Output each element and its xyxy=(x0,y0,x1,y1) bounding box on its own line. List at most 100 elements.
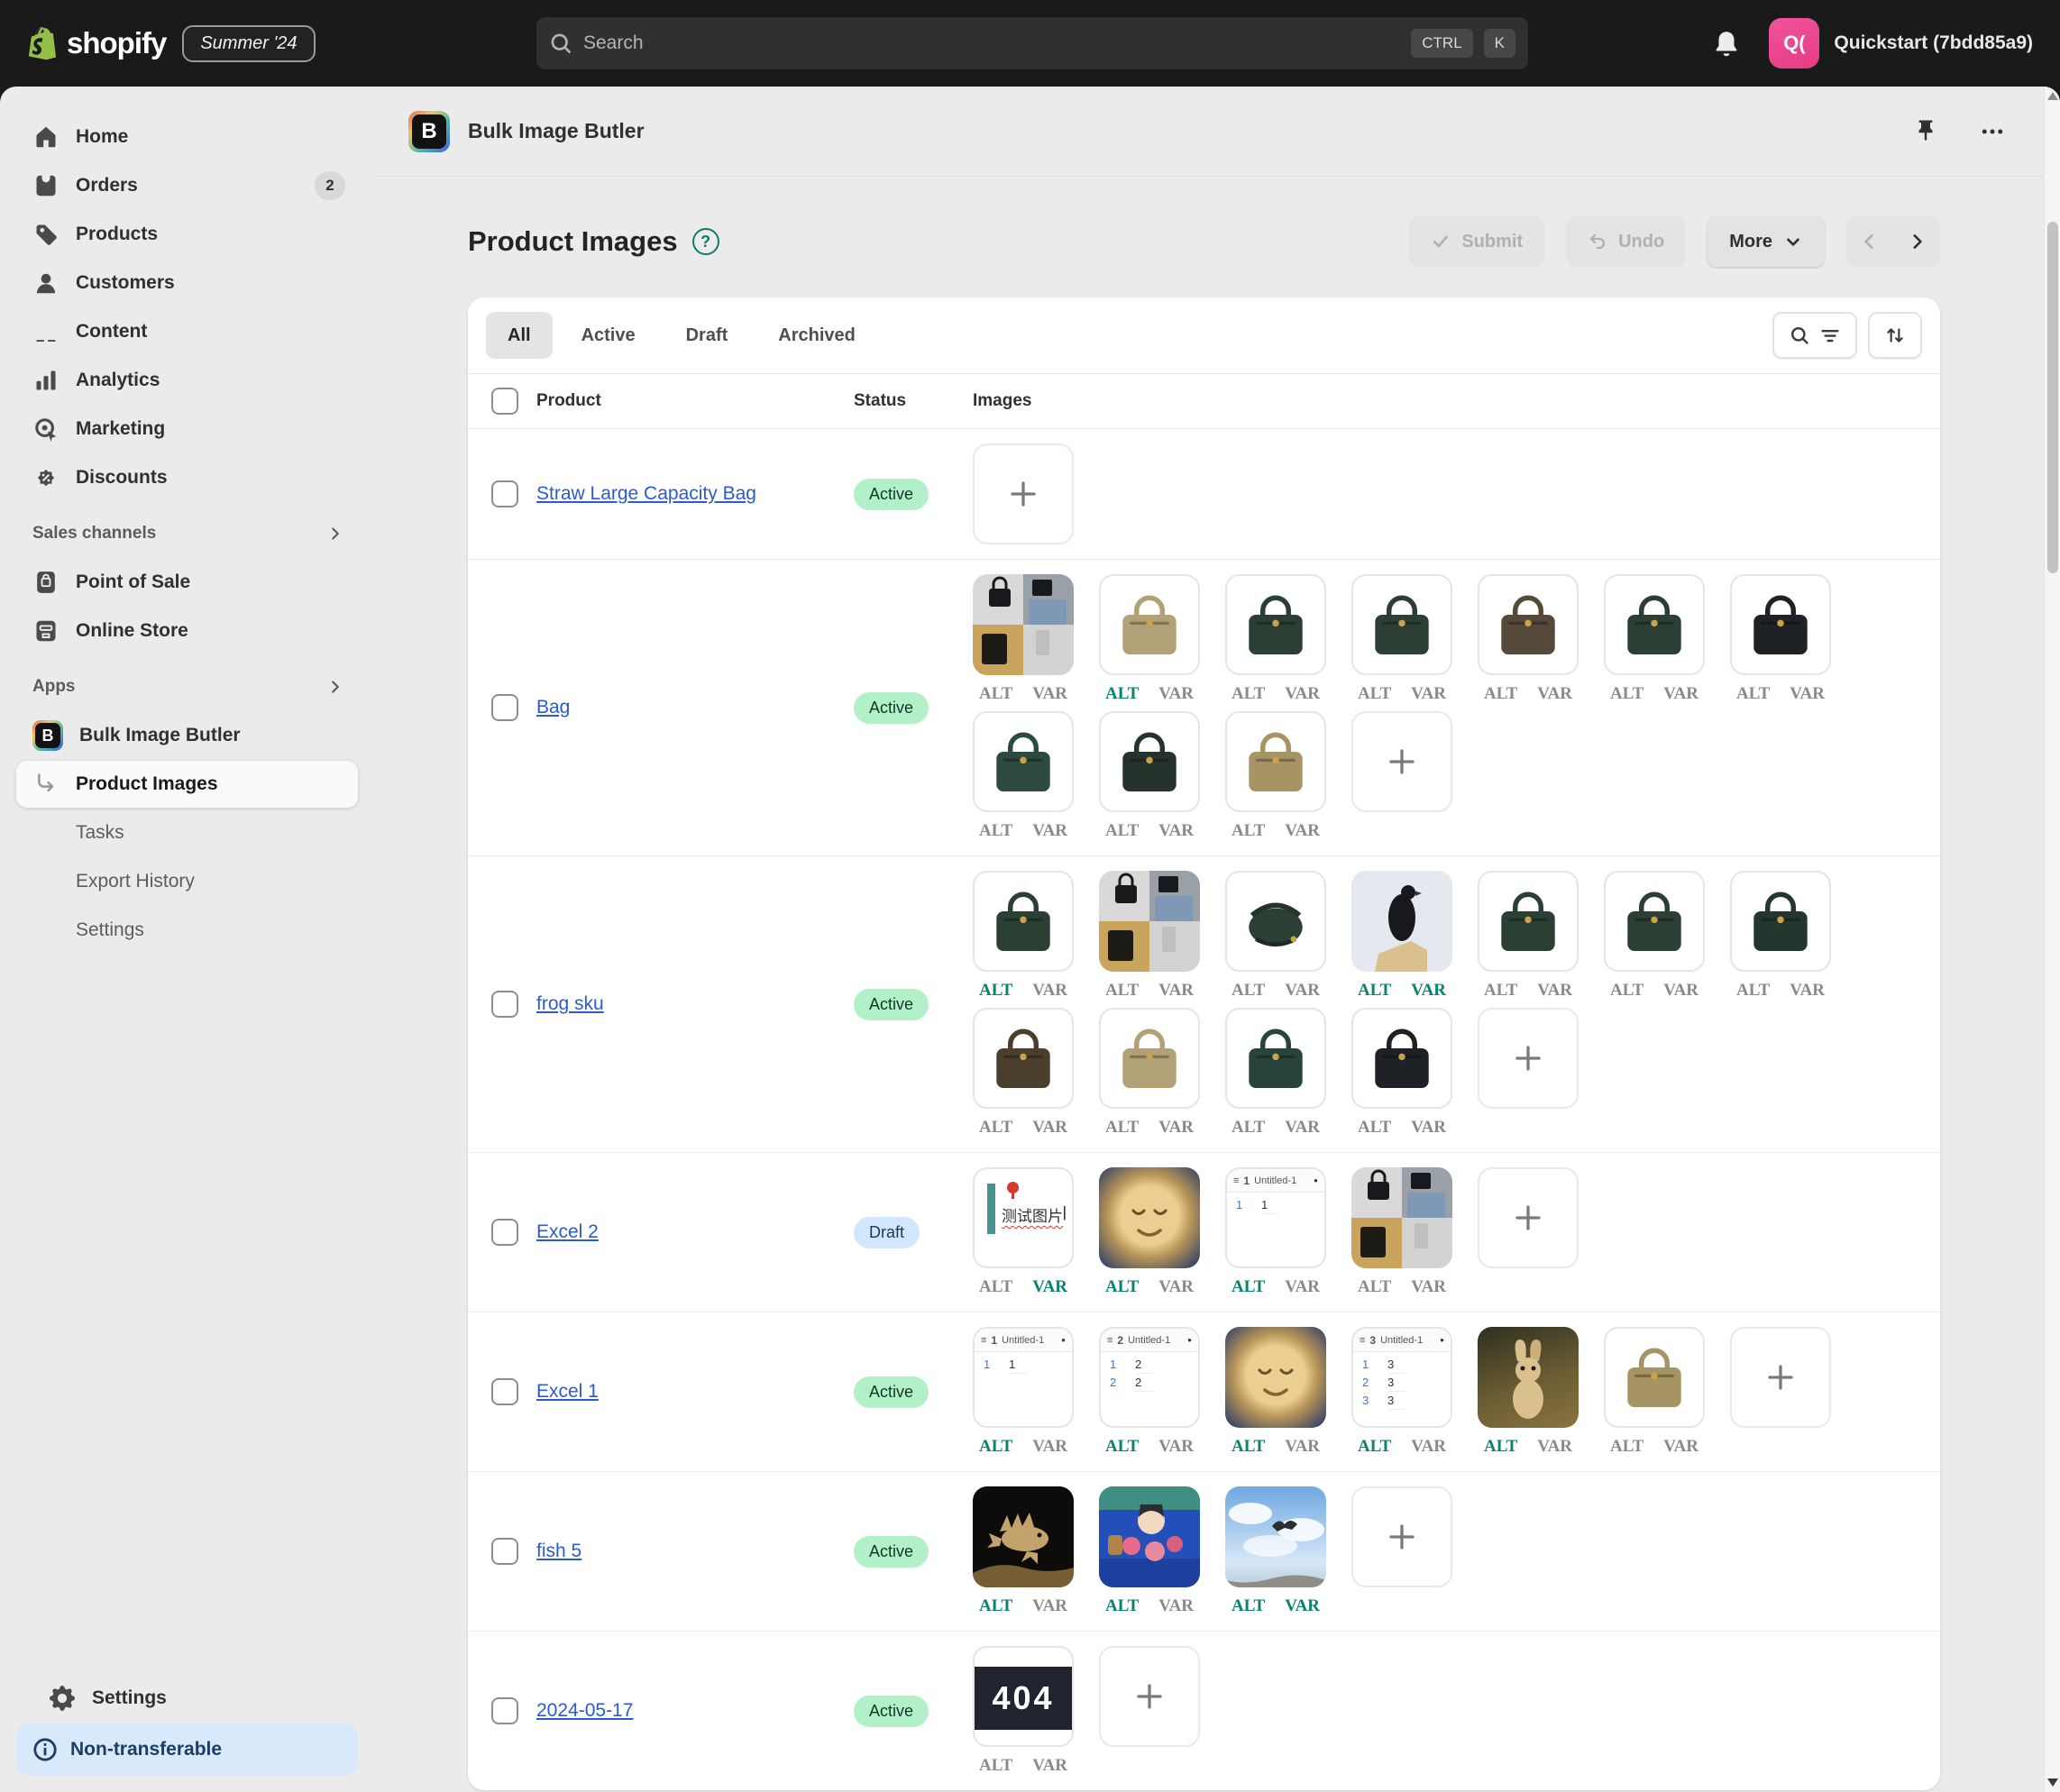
alt-label[interactable]: ALT xyxy=(979,1596,1012,1616)
alt-label[interactable]: ALT xyxy=(1610,684,1643,704)
thumb-bag-image[interactable] xyxy=(1351,574,1452,675)
sidebar-item-bulk-image-butler[interactable]: B Bulk Image Butler xyxy=(16,712,358,759)
var-label[interactable]: VAR xyxy=(1537,684,1572,704)
thumb-bag-image[interactable] xyxy=(973,711,1074,812)
thumb-bag-image[interactable] xyxy=(973,871,1074,972)
thumb-bag-image[interactable] xyxy=(1478,574,1579,675)
var-label[interactable]: VAR xyxy=(1032,1596,1067,1616)
alt-label[interactable]: ALT xyxy=(1358,981,1391,1001)
thumb-bag-image[interactable] xyxy=(1604,1327,1705,1428)
thumb-spreadsheet-image[interactable]: ≡ 1 Untitled-1 ● 1 1 xyxy=(1225,1167,1326,1268)
thumb-bag-image[interactable] xyxy=(1351,1008,1452,1109)
var-label[interactable]: VAR xyxy=(1411,1277,1446,1297)
add-image-button[interactable] xyxy=(973,443,1074,544)
thumb-bag-image[interactable] xyxy=(1225,1008,1326,1109)
help-icon[interactable]: ? xyxy=(691,228,719,255)
scrollbar-thumb[interactable] xyxy=(2047,222,2058,573)
thumb-bag-image[interactable] xyxy=(1604,871,1705,972)
alt-label[interactable]: ALT xyxy=(1231,1596,1265,1616)
sidebar-item-content[interactable]: Content xyxy=(16,308,358,355)
submit-button[interactable]: Submit xyxy=(1409,216,1545,267)
thumb-bag-image[interactable] xyxy=(1099,1008,1200,1109)
var-label[interactable]: VAR xyxy=(1158,1596,1194,1616)
alt-label[interactable]: ALT xyxy=(1105,1437,1139,1457)
product-link[interactable]: frog sku xyxy=(536,993,604,1014)
alt-label[interactable]: ALT xyxy=(1105,1277,1139,1297)
thumb-spreadsheet-image[interactable]: ≡ 3 Untitled-1 ● 1 3 2 3 3 3 xyxy=(1351,1327,1452,1428)
search-input[interactable]: Search CTRL K xyxy=(536,17,1528,69)
row-checkbox[interactable] xyxy=(491,1538,518,1565)
thumb-bag-image[interactable] xyxy=(1099,711,1200,812)
alt-label[interactable]: ALT xyxy=(1105,1118,1139,1138)
tab-active[interactable]: Active xyxy=(560,312,657,359)
thumb-face-image[interactable] xyxy=(1225,1327,1326,1428)
var-label[interactable]: VAR xyxy=(1032,684,1067,704)
alt-label[interactable]: ALT xyxy=(1358,1277,1391,1297)
var-label[interactable]: VAR xyxy=(1285,1277,1320,1297)
previous-page-button[interactable] xyxy=(1846,216,1893,267)
row-checkbox[interactable] xyxy=(491,1219,518,1246)
add-image-button[interactable] xyxy=(1478,1008,1579,1109)
alt-label[interactable]: ALT xyxy=(979,684,1012,704)
notifications-bell-icon[interactable] xyxy=(1711,28,1742,59)
alt-label[interactable]: ALT xyxy=(1484,684,1517,704)
thumb-pigeon-image[interactable] xyxy=(1351,871,1452,972)
thumb-bag-image[interactable] xyxy=(973,1008,1074,1109)
thumb-bag-image[interactable] xyxy=(1478,871,1579,972)
var-label[interactable]: VAR xyxy=(1790,684,1825,704)
var-label[interactable]: VAR xyxy=(1537,981,1572,1001)
row-checkbox[interactable] xyxy=(491,1697,518,1724)
add-image-button[interactable] xyxy=(1730,1327,1831,1428)
sidebar-item-export-history[interactable]: Export History xyxy=(16,858,358,905)
var-label[interactable]: VAR xyxy=(1032,1437,1067,1457)
alt-label[interactable]: ALT xyxy=(1231,821,1265,841)
product-link[interactable]: Excel 1 xyxy=(536,1381,599,1402)
var-label[interactable]: VAR xyxy=(1158,1437,1194,1457)
undo-button[interactable]: Undo xyxy=(1566,216,1687,267)
add-image-button[interactable] xyxy=(1351,711,1452,812)
alt-label[interactable]: ALT xyxy=(1231,1277,1265,1297)
row-checkbox[interactable] xyxy=(491,480,518,507)
thumb-rabbit-image[interactable] xyxy=(1478,1327,1579,1428)
sidebar-item-analytics[interactable]: Analytics xyxy=(16,357,358,404)
sidebar-item-discounts[interactable]: Discounts xyxy=(16,454,358,501)
thumb-collage-image[interactable] xyxy=(1351,1167,1452,1268)
sidebar-item-customers[interactable]: Customers xyxy=(16,260,358,306)
var-label[interactable]: VAR xyxy=(1158,1118,1194,1138)
product-link[interactable]: Excel 2 xyxy=(536,1221,599,1242)
var-label[interactable]: VAR xyxy=(1032,1756,1067,1776)
thumb-bag-top-image[interactable] xyxy=(1225,871,1326,972)
var-label[interactable]: VAR xyxy=(1032,821,1067,841)
select-all-checkbox[interactable] xyxy=(491,388,518,415)
section-header-sales-channels[interactable]: Sales channels xyxy=(16,510,358,557)
var-label[interactable]: VAR xyxy=(1158,1277,1194,1297)
thumb-spreadsheet-image[interactable]: ≡ 2 Untitled-1 ● 1 2 2 2 xyxy=(1099,1327,1200,1428)
shopify-logo[interactable]: shopify xyxy=(27,26,167,60)
sidebar-item-orders[interactable]: Orders 2 xyxy=(16,162,358,209)
vertical-scrollbar[interactable] xyxy=(2044,87,2060,1792)
alt-label[interactable]: ALT xyxy=(1610,981,1643,1001)
thumb-lionfish-image[interactable] xyxy=(973,1486,1074,1587)
next-page-button[interactable] xyxy=(1893,216,1940,267)
alt-label[interactable]: ALT xyxy=(979,1277,1012,1297)
thumb-bag-image[interactable] xyxy=(1604,574,1705,675)
thumb-aquarium-image[interactable] xyxy=(1099,1486,1200,1587)
var-label[interactable]: VAR xyxy=(1663,684,1698,704)
more-options-dots-icon[interactable] xyxy=(1979,118,2006,145)
var-label[interactable]: VAR xyxy=(1411,981,1446,1001)
pin-icon[interactable] xyxy=(1912,118,1939,145)
scrollbar-down-arrow[interactable] xyxy=(2047,1778,2058,1787)
var-label[interactable]: VAR xyxy=(1285,981,1320,1001)
tab-archived[interactable]: Archived xyxy=(756,312,877,359)
var-label[interactable]: VAR xyxy=(1285,821,1320,841)
var-label[interactable]: VAR xyxy=(1032,1118,1067,1138)
var-label[interactable]: VAR xyxy=(1411,1437,1446,1457)
tab-all[interactable]: All xyxy=(486,312,553,359)
thumb-bag-image[interactable] xyxy=(1099,574,1200,675)
scrollbar-up-arrow[interactable] xyxy=(2047,92,2058,100)
thumb-bag-image[interactable] xyxy=(1225,574,1326,675)
sidebar-item-product-images[interactable]: Product Images xyxy=(16,761,358,808)
search-filter-button[interactable] xyxy=(1772,312,1857,359)
sidebar-item-tasks[interactable]: Tasks xyxy=(16,809,358,856)
alt-label[interactable]: ALT xyxy=(1231,1437,1265,1457)
